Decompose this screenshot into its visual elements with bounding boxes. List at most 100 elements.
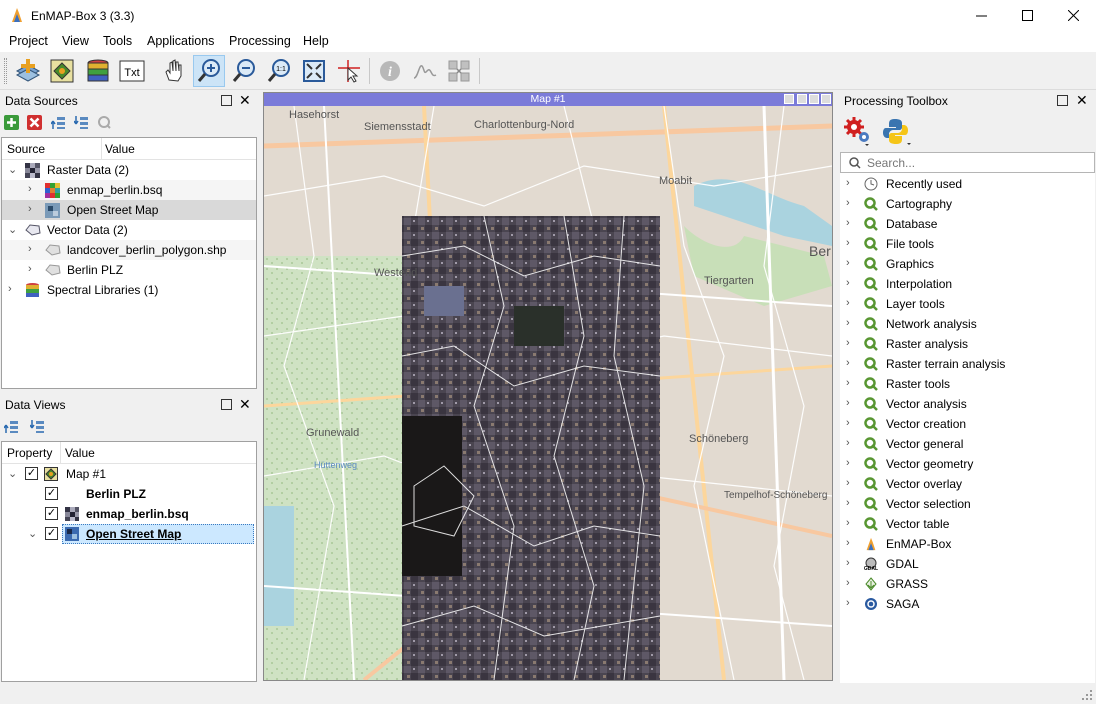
map-close-icon[interactable] <box>821 94 831 104</box>
chevron-right-icon[interactable]: › <box>846 317 850 329</box>
chevron-right-icon[interactable]: › <box>846 437 850 449</box>
maximize-button[interactable] <box>1004 0 1050 31</box>
expand-all-icon[interactable] <box>74 115 89 130</box>
proc-group-graphics[interactable]: › Graphics <box>840 254 1095 274</box>
close-window-button[interactable] <box>1050 0 1096 31</box>
menu-project[interactable]: Project <box>9 34 48 48</box>
proc-group-layer-tools[interactable]: › Layer tools <box>840 294 1095 314</box>
proc-group-recently-used[interactable]: › Recently used <box>840 174 1095 194</box>
proc-group-file-tools[interactable]: › File tools <box>840 234 1095 254</box>
select-location-button[interactable] <box>333 55 365 87</box>
column-value[interactable]: Value <box>65 446 95 460</box>
chevron-right-icon[interactable]: › <box>28 263 32 275</box>
resize-grip-icon[interactable] <box>1082 690 1092 700</box>
zoom-full-extent-button[interactable] <box>298 55 330 87</box>
proc-group-saga[interactable]: › SAGA <box>840 594 1095 614</box>
proc-group-vector-analysis[interactable]: › Vector analysis <box>840 394 1095 414</box>
checkbox[interactable]: ✓ <box>25 467 38 480</box>
chevron-right-icon[interactable]: › <box>846 377 850 389</box>
minimize-button[interactable] <box>958 0 1004 31</box>
sync-maps-button[interactable] <box>443 55 475 87</box>
chevron-right-icon[interactable]: › <box>846 497 850 509</box>
map-maximize-icon[interactable] <box>809 94 819 104</box>
column-source[interactable]: Source <box>7 142 45 156</box>
proc-group-vector-general[interactable]: › Vector general <box>840 434 1095 454</box>
chevron-right-icon[interactable]: › <box>846 577 850 589</box>
pan-button[interactable] <box>158 55 190 87</box>
chevron-right-icon[interactable]: › <box>28 243 32 255</box>
column-value[interactable]: Value <box>105 142 135 156</box>
view-item-enmap-berlin[interactable]: ✓ enmap_berlin.bsq <box>2 504 256 524</box>
proc-group-raster-terrain-analysis[interactable]: › Raster terrain analysis <box>840 354 1095 374</box>
dock-close-icon[interactable]: ✕ <box>239 396 251 413</box>
open-text-view-button[interactable]: Txt <box>116 55 148 87</box>
tree-item-berlin-plz[interactable]: › Berlin PLZ <box>2 260 256 280</box>
chevron-right-icon[interactable]: › <box>846 337 850 349</box>
chevron-down-icon[interactable]: ⌄ <box>8 163 17 176</box>
dock-float-icon[interactable] <box>221 399 232 410</box>
map-canvas[interactable]: Hasehorst Siemensstadt Charlottenburg-No… <box>264 106 832 680</box>
chevron-right-icon[interactable]: › <box>846 277 850 289</box>
zoom-native-resolution-button[interactable]: 1:1 <box>263 55 295 87</box>
proc-group-enmap-box[interactable]: › EnMAP-Box <box>840 534 1095 554</box>
proc-group-cartography[interactable]: › Cartography <box>840 194 1095 214</box>
proc-group-vector-selection[interactable]: › Vector selection <box>840 494 1095 514</box>
dock-float-icon[interactable] <box>1057 95 1068 106</box>
tree-item-vector-data[interactable]: ⌄ Vector Data (2) <box>2 220 256 240</box>
tree-item-landcover[interactable]: › landcover_berlin_polygon.shp <box>2 240 256 260</box>
chevron-right-icon[interactable]: › <box>28 183 32 195</box>
checkbox[interactable]: ✓ <box>45 487 58 500</box>
chevron-right-icon[interactable]: › <box>846 197 850 209</box>
spectral-profile-button[interactable] <box>409 55 441 87</box>
open-spectral-library-button[interactable] <box>82 55 114 87</box>
identify-button[interactable]: i <box>374 55 406 87</box>
tree-item-enmap-berlin[interactable]: › enmap_berlin.bsq <box>2 180 256 200</box>
proc-group-network-analysis[interactable]: › Network analysis <box>840 314 1095 334</box>
proc-group-raster-analysis[interactable]: › Raster analysis <box>840 334 1095 354</box>
chevron-right-icon[interactable]: › <box>846 217 850 229</box>
chevron-right-icon[interactable]: › <box>8 283 12 295</box>
proc-group-vector-table[interactable]: › Vector table <box>840 514 1095 534</box>
chevron-right-icon[interactable]: › <box>846 257 850 269</box>
proc-group-database[interactable]: › Database <box>840 214 1095 234</box>
map-view[interactable]: Map #1 Hasehorst Siemensstadt Charlotten… <box>263 92 833 681</box>
remove-icon[interactable] <box>27 115 42 130</box>
chevron-right-icon[interactable]: › <box>846 457 850 469</box>
chevron-right-icon[interactable]: › <box>846 357 850 369</box>
zoom-out-button[interactable] <box>228 55 260 87</box>
chevron-down-icon[interactable]: ⌄ <box>28 527 37 540</box>
chevron-down-icon[interactable]: ⌄ <box>8 223 17 236</box>
dock-float-icon[interactable] <box>221 95 232 106</box>
chevron-right-icon[interactable]: › <box>846 297 850 309</box>
proc-group-gdal[interactable]: › GDAL GDAL <box>840 554 1095 574</box>
tree-item-open-street-map[interactable]: › Open Street Map <box>2 200 256 220</box>
checkbox[interactable]: ✓ <box>45 507 58 520</box>
toolbar-grip[interactable] <box>4 58 7 84</box>
dock-close-icon[interactable]: ✕ <box>239 92 251 109</box>
tree-item-raster-data[interactable]: ⌄ Raster Data (2) <box>2 160 256 180</box>
chevron-right-icon[interactable]: › <box>846 397 850 409</box>
chevron-right-icon[interactable]: › <box>846 417 850 429</box>
chevron-down-icon[interactable]: ⌄ <box>8 467 17 480</box>
map-sync-icon[interactable] <box>784 94 794 104</box>
chevron-right-icon[interactable]: › <box>846 557 850 569</box>
view-item-berlin-plz[interactable]: ✓ Berlin PLZ <box>2 484 256 504</box>
collapse-all-icon[interactable] <box>51 115 66 130</box>
proc-group-vector-overlay[interactable]: › Vector overlay <box>840 474 1095 494</box>
gears-icon[interactable] <box>843 116 873 146</box>
proc-group-raster-tools[interactable]: › Raster tools <box>840 374 1095 394</box>
proc-group-grass[interactable]: › GRASS <box>840 574 1095 594</box>
zoom-in-button[interactable] <box>193 55 225 87</box>
menu-view[interactable]: View <box>62 34 89 48</box>
add-icon[interactable] <box>4 115 19 130</box>
menu-processing[interactable]: Processing <box>229 34 291 48</box>
add-data-source-button[interactable] <box>12 55 44 87</box>
checkbox[interactable]: ✓ <box>45 527 58 540</box>
chevron-right-icon[interactable]: › <box>846 477 850 489</box>
expand-all-icon[interactable] <box>30 419 45 434</box>
search-icon[interactable] <box>97 115 112 130</box>
menu-help[interactable]: Help <box>303 34 329 48</box>
proc-group-interpolation[interactable]: › Interpolation <box>840 274 1095 294</box>
dock-close-icon[interactable]: ✕ <box>1076 92 1088 109</box>
proc-group-vector-geometry[interactable]: › Vector geometry <box>840 454 1095 474</box>
